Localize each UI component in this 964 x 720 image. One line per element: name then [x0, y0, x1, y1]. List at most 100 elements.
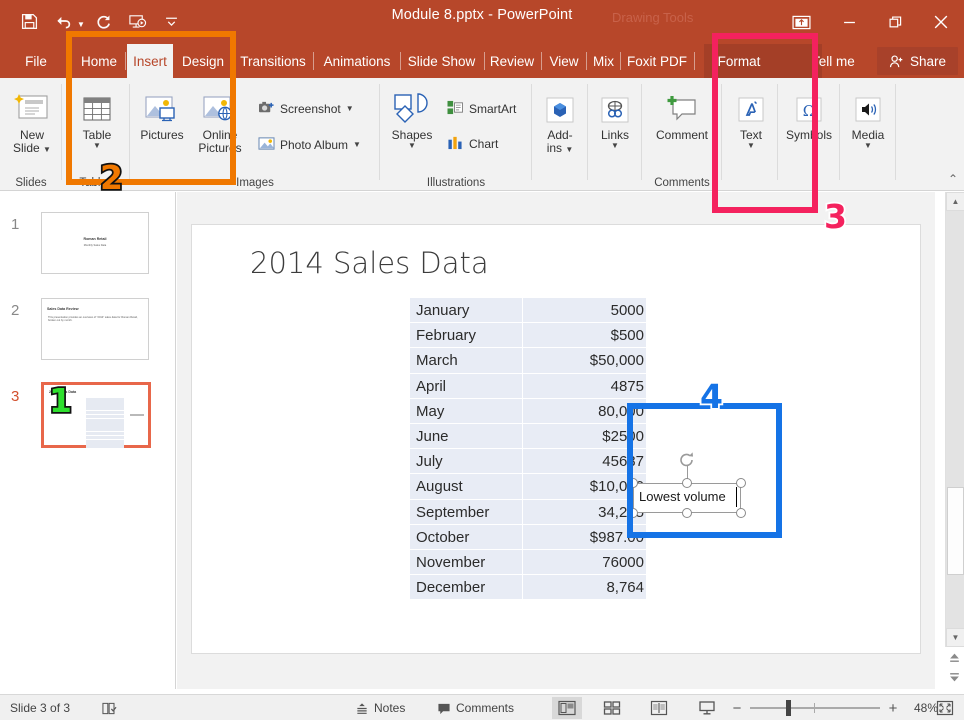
media-dropdown-caret[interactable]: ▼: [864, 142, 872, 150]
scrollbar-track[interactable]: [946, 211, 964, 628]
zoom-track[interactable]: [750, 707, 880, 709]
slide-table[interactable]: January5000 February$500 March$50,000 Ap…: [410, 298, 646, 600]
slide-title[interactable]: 2014 Sales Data: [250, 246, 489, 280]
new-slide-button[interactable]: New Slide ▼: [8, 86, 56, 155]
resize-handle-n[interactable]: [682, 478, 692, 488]
table-cell-month: October: [416, 529, 469, 546]
table-row[interactable]: June$2500: [410, 424, 646, 449]
table-row[interactable]: July45687: [410, 449, 646, 474]
resize-handle-se[interactable]: [736, 508, 746, 518]
next-slide-button[interactable]: [946, 668, 962, 684]
table-cell-month: May: [416, 403, 444, 420]
table-row[interactable]: November76000: [410, 550, 646, 575]
text-button[interactable]: Text ▼: [730, 86, 772, 150]
table-row[interactable]: May80,000: [410, 399, 646, 424]
normal-view-button[interactable]: [552, 697, 582, 719]
links-button[interactable]: Links ▼: [593, 86, 637, 150]
tab-review[interactable]: Review: [486, 44, 538, 78]
slide-editing-area[interactable]: 2014 Sales Data January5000 February$500…: [177, 192, 935, 689]
table-dropdown-caret[interactable]: ▼: [93, 142, 101, 150]
close-button[interactable]: [918, 0, 964, 44]
table-cell-value: $500: [611, 327, 644, 344]
current-slide[interactable]: 2014 Sales Data January5000 February$500…: [191, 224, 921, 654]
table-button[interactable]: Table ▼: [74, 86, 120, 150]
slide-show-button[interactable]: [692, 697, 722, 719]
vertical-scrollbar[interactable]: ▲ ▼: [945, 192, 964, 647]
fit-slide-to-window-button[interactable]: [930, 697, 960, 719]
zoom-in-button[interactable]: +: [884, 700, 902, 717]
text-dropdown-caret[interactable]: ▼: [747, 142, 755, 150]
slide-thumbnail-panel[interactable]: 1 Roman Retail Monthly Sales Data 2 Sale…: [0, 192, 176, 689]
resize-handle-s[interactable]: [682, 508, 692, 518]
media-button[interactable]: Media ▼: [846, 86, 890, 150]
table-row[interactable]: April4875: [410, 374, 646, 399]
thumbnail-preview-selected: 2014 Sales Data: [41, 382, 151, 448]
tab-transitions[interactable]: Transitions: [234, 44, 312, 78]
online-pictures-button[interactable]: Online Pictures: [192, 86, 248, 155]
table-row[interactable]: December8,764: [410, 575, 646, 600]
zoom-control[interactable]: − + 48%: [728, 695, 938, 720]
accessibility-check-icon[interactable]: [101, 695, 118, 720]
slide-sorter-button[interactable]: [597, 697, 627, 719]
selected-text-box[interactable]: Lowest volume: [633, 483, 741, 513]
tab-file[interactable]: File: [18, 44, 54, 78]
scroll-down-button[interactable]: ▼: [946, 628, 964, 647]
slide-thumbnail-item-3[interactable]: 3 2014 Sales Data: [0, 378, 176, 458]
table-row[interactable]: March$50,000: [410, 348, 646, 373]
tab-format[interactable]: Format: [710, 44, 768, 78]
tab-mix[interactable]: Mix: [589, 44, 618, 78]
share-button[interactable]: Share: [877, 47, 958, 75]
text-box-content[interactable]: Lowest volume: [639, 489, 726, 504]
notes-button[interactable]: Notes: [355, 695, 405, 720]
comments-button[interactable]: Comments: [437, 695, 514, 720]
restore-button[interactable]: [872, 0, 918, 44]
comment-button[interactable]: Comment: [648, 86, 716, 142]
minimize-button[interactable]: [826, 0, 872, 44]
reading-view-button[interactable]: [644, 697, 674, 719]
collapse-ribbon-button[interactable]: ⌃: [948, 172, 958, 186]
addins-label-2: ins ▼: [547, 142, 574, 155]
add-ins-button[interactable]: Add- ins ▼: [538, 86, 582, 155]
slide-thumbnail-item-2[interactable]: 2 Sales Data Review This presentation pr…: [0, 292, 176, 372]
pictures-icon: [143, 86, 181, 126]
previous-slide-button[interactable]: [946, 650, 962, 666]
tell-me-search[interactable]: Tell me: [812, 44, 864, 78]
tab-insert[interactable]: Insert: [127, 44, 173, 78]
symbols-button[interactable]: Ω Symbols: [783, 86, 835, 142]
links-dropdown-caret[interactable]: ▼: [611, 142, 619, 150]
shapes-dropdown-caret[interactable]: ▼: [408, 142, 416, 150]
tab-home[interactable]: Home: [75, 44, 123, 78]
table-row[interactable]: September34,245: [410, 500, 646, 525]
tab-view[interactable]: View: [544, 44, 584, 78]
tab-animations[interactable]: Animations: [315, 44, 399, 78]
slide-thumbnail-item-1[interactable]: 1 Roman Retail Monthly Sales Data: [0, 206, 176, 286]
tab-design[interactable]: Design: [177, 44, 229, 78]
scrollbar-thumb[interactable]: [947, 487, 964, 575]
photo-album-dropdown-caret[interactable]: ▼: [353, 141, 361, 149]
table-row[interactable]: January5000: [410, 298, 646, 323]
tab-foxit-pdf[interactable]: Foxit PDF: [623, 44, 691, 78]
thumb2-body: This presentation provides an overview o…: [48, 316, 143, 323]
ribbon-display-options-icon[interactable]: [776, 0, 826, 44]
table-row[interactable]: February$500: [410, 323, 646, 348]
screenshot-dropdown-caret[interactable]: ▼: [346, 105, 354, 113]
zoom-out-button[interactable]: −: [728, 700, 746, 717]
table-row[interactable]: October$987.00: [410, 525, 646, 550]
slide-indicator[interactable]: Slide 3 of 3: [10, 695, 70, 720]
scroll-up-button[interactable]: ▲: [946, 192, 964, 211]
rotate-handle-icon[interactable]: [678, 451, 696, 469]
photo-album-button[interactable]: Photo Album ▼: [258, 136, 361, 154]
zoom-slider-thumb[interactable]: [786, 700, 791, 716]
thumb3-textbox-mark: [130, 414, 144, 416]
table-cell-month: November: [416, 554, 485, 571]
resize-handle-nw[interactable]: [628, 478, 638, 488]
screenshot-button[interactable]: Screenshot ▼: [258, 100, 354, 118]
tab-slide-show[interactable]: Slide Show: [402, 44, 481, 78]
smartart-button[interactable]: SmartArt: [446, 100, 516, 118]
pictures-button[interactable]: Pictures: [134, 86, 190, 142]
chart-button[interactable]: Chart: [446, 135, 498, 153]
shapes-button[interactable]: Shapes ▼: [386, 86, 438, 150]
table-row[interactable]: August$10,000: [410, 474, 646, 499]
resize-handle-ne[interactable]: [736, 478, 746, 488]
resize-handle-sw[interactable]: [628, 508, 638, 518]
